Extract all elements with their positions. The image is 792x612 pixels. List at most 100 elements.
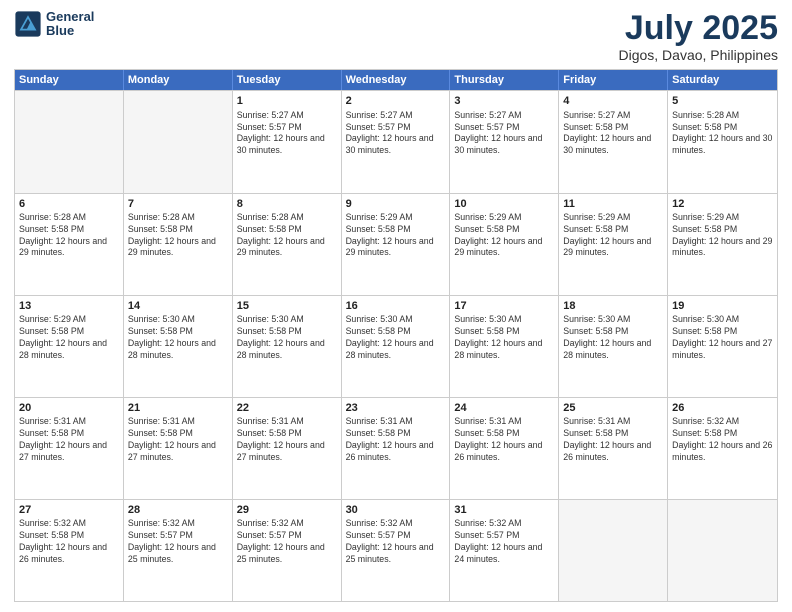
logo-text: General Blue [46,10,94,39]
day-number: 7 [128,197,228,211]
day-number: 25 [563,401,663,415]
day-info: Sunrise: 5:32 AMSunset: 5:57 PMDaylight:… [454,518,554,566]
calendar-cell: 9Sunrise: 5:29 AMSunset: 5:58 PMDaylight… [342,194,451,295]
day-info: Sunrise: 5:27 AMSunset: 5:57 PMDaylight:… [346,110,446,158]
day-info: Sunrise: 5:27 AMSunset: 5:57 PMDaylight:… [237,110,337,158]
day-info: Sunrise: 5:28 AMSunset: 5:58 PMDaylight:… [672,110,773,158]
day-number: 31 [454,503,554,517]
day-info: Sunrise: 5:29 AMSunset: 5:58 PMDaylight:… [346,212,446,260]
calendar-header-cell: Sunday [15,70,124,90]
calendar-header-cell: Monday [124,70,233,90]
calendar-cell: 24Sunrise: 5:31 AMSunset: 5:58 PMDayligh… [450,398,559,499]
calendar-cell: 25Sunrise: 5:31 AMSunset: 5:58 PMDayligh… [559,398,668,499]
calendar-cell: 6Sunrise: 5:28 AMSunset: 5:58 PMDaylight… [15,194,124,295]
logo-icon [14,10,42,38]
day-number: 12 [672,197,773,211]
day-number: 11 [563,197,663,211]
day-info: Sunrise: 5:31 AMSunset: 5:58 PMDaylight:… [454,416,554,464]
calendar-cell: 4 Sunrise: 5:27 AMSunset: 5:58 PMDaylight… [559,91,668,192]
day-info: Sunrise: 5:29 AMSunset: 5:58 PMDaylight:… [454,212,554,260]
day-info: Sunrise: 5:28 AMSunset: 5:58 PMDaylight:… [237,212,337,260]
day-number: 18 [563,299,663,313]
calendar-cell: 2 Sunrise: 5:27 AMSunset: 5:57 PMDaylight… [342,91,451,192]
day-number: 2 [346,94,446,108]
day-info: Sunrise: 5:30 AMSunset: 5:58 PMDaylight:… [237,314,337,362]
day-info: Sunrise: 5:30 AMSunset: 5:58 PMDaylight:… [128,314,228,362]
day-info: Sunrise: 5:29 AMSunset: 5:58 PMDaylight:… [672,212,773,260]
day-info: Sunrise: 5:32 AMSunset: 5:58 PMDaylight:… [672,416,773,464]
day-number: 20 [19,401,119,415]
calendar-header-cell: Wednesday [342,70,451,90]
calendar-cell [559,500,668,601]
day-info: Sunrise: 5:32 AMSunset: 5:57 PMDaylight:… [346,518,446,566]
day-number: 16 [346,299,446,313]
calendar-cell: 13Sunrise: 5:29 AMSunset: 5:58 PMDayligh… [15,296,124,397]
calendar-week: 27Sunrise: 5:32 AMSunset: 5:58 PMDayligh… [15,499,777,601]
day-info: Sunrise: 5:27 AMSunset: 5:57 PMDaylight:… [454,110,554,158]
day-number: 13 [19,299,119,313]
day-number: 9 [346,197,446,211]
page: General Blue July 2025 Digos, Davao, Phi… [0,0,792,612]
day-number: 3 [454,94,554,108]
title-block: July 2025 Digos, Davao, Philippines [618,10,778,63]
calendar-header-cell: Thursday [450,70,559,90]
calendar-week: 6Sunrise: 5:28 AMSunset: 5:58 PMDaylight… [15,193,777,295]
day-number: 14 [128,299,228,313]
day-number: 19 [672,299,773,313]
day-number: 21 [128,401,228,415]
day-number: 1 [237,94,337,108]
calendar-cell: 3 Sunrise: 5:27 AMSunset: 5:57 PMDaylight… [450,91,559,192]
calendar-cell: 20Sunrise: 5:31 AMSunset: 5:58 PMDayligh… [15,398,124,499]
calendar-cell: 22Sunrise: 5:31 AMSunset: 5:58 PMDayligh… [233,398,342,499]
day-number: 8 [237,197,337,211]
day-info: Sunrise: 5:29 AMSunset: 5:58 PMDaylight:… [563,212,663,260]
calendar-cell: 29Sunrise: 5:32 AMSunset: 5:57 PMDayligh… [233,500,342,601]
subtitle: Digos, Davao, Philippines [618,47,778,63]
day-info: Sunrise: 5:28 AMSunset: 5:58 PMDaylight:… [19,212,119,260]
day-number: 22 [237,401,337,415]
calendar-cell [15,91,124,192]
day-number: 30 [346,503,446,517]
calendar-cell: 12Sunrise: 5:29 AMSunset: 5:58 PMDayligh… [668,194,777,295]
calendar-body: 1 Sunrise: 5:27 AMSunset: 5:57 PMDaylight… [15,90,777,601]
calendar-cell: 21Sunrise: 5:31 AMSunset: 5:58 PMDayligh… [124,398,233,499]
day-info: Sunrise: 5:28 AMSunset: 5:58 PMDaylight:… [128,212,228,260]
day-number: 29 [237,503,337,517]
calendar: SundayMondayTuesdayWednesdayThursdayFrid… [14,69,778,602]
calendar-header-row: SundayMondayTuesdayWednesdayThursdayFrid… [15,70,777,90]
calendar-cell: 10Sunrise: 5:29 AMSunset: 5:58 PMDayligh… [450,194,559,295]
day-number: 24 [454,401,554,415]
calendar-cell: 26Sunrise: 5:32 AMSunset: 5:58 PMDayligh… [668,398,777,499]
calendar-header-cell: Tuesday [233,70,342,90]
day-info: Sunrise: 5:32 AMSunset: 5:57 PMDaylight:… [237,518,337,566]
day-number: 5 [672,94,773,108]
day-number: 10 [454,197,554,211]
day-number: 6 [19,197,119,211]
day-info: Sunrise: 5:31 AMSunset: 5:58 PMDaylight:… [563,416,663,464]
day-info: Sunrise: 5:31 AMSunset: 5:58 PMDaylight:… [346,416,446,464]
day-number: 17 [454,299,554,313]
calendar-cell: 18Sunrise: 5:30 AMSunset: 5:58 PMDayligh… [559,296,668,397]
calendar-week: 13Sunrise: 5:29 AMSunset: 5:58 PMDayligh… [15,295,777,397]
day-number: 27 [19,503,119,517]
header: General Blue July 2025 Digos, Davao, Phi… [14,10,778,63]
calendar-cell: 8Sunrise: 5:28 AMSunset: 5:58 PMDaylight… [233,194,342,295]
calendar-cell: 5 Sunrise: 5:28 AMSunset: 5:58 PMDaylight… [668,91,777,192]
day-number: 4 [563,94,663,108]
calendar-cell: 23Sunrise: 5:31 AMSunset: 5:58 PMDayligh… [342,398,451,499]
day-info: Sunrise: 5:31 AMSunset: 5:58 PMDaylight:… [237,416,337,464]
calendar-cell: 7Sunrise: 5:28 AMSunset: 5:58 PMDaylight… [124,194,233,295]
day-info: Sunrise: 5:31 AMSunset: 5:58 PMDaylight:… [128,416,228,464]
day-info: Sunrise: 5:31 AMSunset: 5:58 PMDaylight:… [19,416,119,464]
day-info: Sunrise: 5:27 AMSunset: 5:58 PMDaylight:… [563,110,663,158]
main-title: July 2025 [618,10,778,47]
calendar-cell: 28Sunrise: 5:32 AMSunset: 5:57 PMDayligh… [124,500,233,601]
day-info: Sunrise: 5:32 AMSunset: 5:57 PMDaylight:… [128,518,228,566]
calendar-week: 20Sunrise: 5:31 AMSunset: 5:58 PMDayligh… [15,397,777,499]
calendar-cell: 30Sunrise: 5:32 AMSunset: 5:57 PMDayligh… [342,500,451,601]
day-info: Sunrise: 5:30 AMSunset: 5:58 PMDaylight:… [563,314,663,362]
calendar-header-cell: Saturday [668,70,777,90]
calendar-header-cell: Friday [559,70,668,90]
calendar-cell: 19Sunrise: 5:30 AMSunset: 5:58 PMDayligh… [668,296,777,397]
logo-line2: Blue [46,24,94,38]
